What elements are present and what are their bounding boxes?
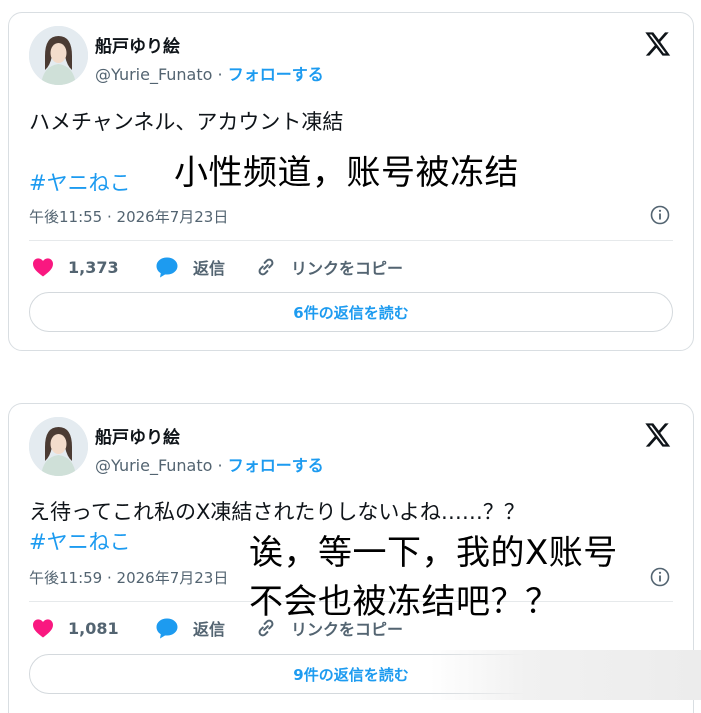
divider	[29, 240, 673, 241]
info-icon[interactable]	[650, 567, 670, 587]
like-button[interactable]: 1,081	[32, 614, 119, 642]
like-button[interactable]: 1,373	[32, 253, 119, 281]
timestamp[interactable]: 午後11:59 · 2026年7月23日	[29, 567, 228, 588]
caption-overlay-line-2: 不会也被冻结吧？？	[249, 582, 560, 622]
link-icon	[258, 258, 274, 276]
reply-bubble-icon	[156, 618, 178, 639]
tweet-card-1: 船戸ゆり絵 @Yurie_Funato · フォローする ハメチャンネル、アカウ…	[8, 12, 694, 351]
handle-line: @Yurie_Funato · フォローする	[95, 452, 324, 476]
tweet-text: ハメチャンネル、アカウント凍結	[29, 110, 344, 134]
heart-icon	[33, 258, 53, 277]
action-bar: 1,373 返信 リンクをコピー	[29, 253, 673, 281]
info-icon[interactable]	[650, 205, 670, 225]
copy-link-label: リンクをコピー	[291, 259, 404, 278]
author-name[interactable]: 船戸ゆり絵	[95, 32, 180, 57]
reply-label: 返信	[193, 620, 226, 639]
avatar[interactable]	[29, 417, 88, 476]
caption-overlay: 小性频道，账号被冻结	[174, 153, 519, 193]
read-replies-button[interactable]: 6件の返信を読む	[29, 292, 673, 332]
copy-link-button[interactable]: リンクをコピー	[255, 253, 403, 281]
follow-link[interactable]: フォローする	[228, 65, 324, 84]
reply-bubble-icon	[156, 257, 178, 278]
author-name[interactable]: 船戸ゆり絵	[95, 423, 180, 448]
author-handle[interactable]: @Yurie_Funato	[95, 65, 212, 84]
reply-button[interactable]: 返信	[155, 614, 225, 642]
avatar[interactable]	[29, 26, 88, 85]
like-count: 1,373	[68, 257, 119, 277]
hashtag-link[interactable]: #ヤニねこ	[29, 167, 131, 197]
reply-button[interactable]: 返信	[155, 253, 225, 281]
separator: ·	[212, 456, 228, 475]
reply-label: 返信	[193, 259, 226, 278]
separator: ·	[212, 65, 228, 84]
handle-line: @Yurie_Funato · フォローする	[95, 61, 324, 85]
x-logo-icon[interactable]	[643, 421, 671, 449]
like-count: 1,081	[68, 618, 119, 638]
bottom-fade	[430, 650, 701, 700]
tweet-text: え待ってこれ私のX凍結されたりしないよね……？？	[29, 500, 525, 524]
x-logo-icon[interactable]	[643, 30, 671, 58]
follow-link[interactable]: フォローする	[228, 456, 324, 475]
author-handle[interactable]: @Yurie_Funato	[95, 456, 212, 475]
timestamp[interactable]: 午後11:55 · 2026年7月23日	[29, 206, 228, 227]
caption-overlay-line-1: 诶，等一下，我的X账号	[249, 533, 618, 573]
hashtag-link[interactable]: #ヤニねこ	[29, 526, 131, 556]
heart-icon	[33, 619, 53, 638]
